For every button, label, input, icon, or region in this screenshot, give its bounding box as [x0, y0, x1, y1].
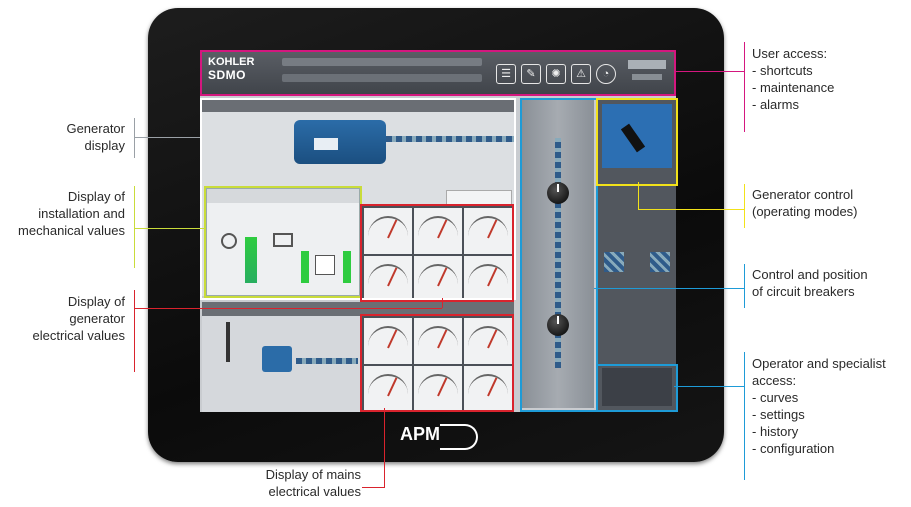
callout-generator-electrical: Display of generator electrical values — [32, 294, 126, 343]
operator-access-bracket — [744, 352, 745, 480]
circuit-breaker-highlight — [520, 98, 598, 412]
generator-control-leader — [638, 209, 744, 210]
generator-control-drop — [638, 182, 639, 210]
user-access-highlight — [200, 50, 676, 96]
callout-installation-mechanical: Display of installation and mechanical v… — [18, 189, 125, 238]
operator-access-highlight — [596, 364, 678, 412]
breaker-indicator-right — [650, 252, 670, 272]
mains-electrical-foot — [362, 487, 385, 488]
generator-control-bracket — [744, 184, 745, 228]
callout-user-access: User access: - shortcuts - maintenance -… — [752, 46, 835, 112]
generator-display-leader — [134, 137, 200, 138]
circuit-breaker-bracket — [744, 264, 745, 308]
callout-generator-control: Generator control (operating modes) — [752, 187, 858, 219]
mains-electrical-highlight — [360, 314, 514, 412]
mechanical-leader — [134, 228, 204, 229]
generator-display-bracket — [134, 118, 135, 158]
callout-generator-display: Generator display — [66, 121, 125, 153]
generator-electrical-stub — [442, 298, 443, 308]
apm-logo-swoosh — [440, 424, 478, 450]
generator-electrical-leader — [134, 308, 442, 309]
callout-mains-electrical: Display of mains electrical values — [265, 467, 361, 499]
callout-operator-access: Operator and specialist access: - curves… — [752, 356, 886, 456]
mechanical-values-highlight — [204, 186, 362, 298]
power-pylon — [226, 322, 230, 362]
generator-electrical-highlight — [360, 204, 514, 302]
operator-access-leader — [674, 386, 744, 387]
user-access-leader — [674, 71, 744, 72]
generator-control-highlight — [596, 98, 678, 186]
generator-electrical-bracket — [134, 290, 135, 372]
callout-circuit-breakers: Control and position of circuit breakers — [752, 267, 868, 299]
circuit-breaker-leader — [594, 288, 744, 289]
breaker-indicator-left — [604, 252, 624, 272]
mains-electrical-leader — [384, 408, 385, 488]
user-access-bracket — [744, 42, 745, 132]
mains-cable — [296, 358, 358, 364]
mechanical-bracket — [134, 186, 135, 268]
apm-logo: APM — [400, 424, 440, 444]
transformer-icon — [262, 346, 292, 372]
